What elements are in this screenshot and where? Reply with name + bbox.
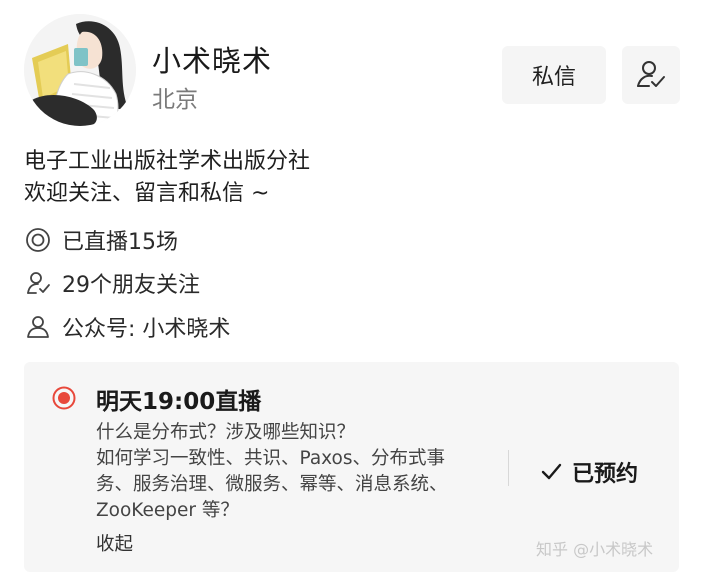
live-circle-icon [24, 226, 52, 254]
live-description-line: 如何学习一致性、共识、Paxos、分布式事 [96, 448, 445, 469]
person-icon [24, 313, 52, 341]
live-description: 什么是分布式？涉及哪些知识？ 如何学习一致性、共识、Paxos、分布式事 务、服… [96, 420, 496, 524]
avatar[interactable] [24, 14, 136, 126]
checkmark-icon [540, 461, 562, 483]
bio-line: 欢迎关注、留言和私信 ~ [24, 181, 270, 206]
reserved-button[interactable]: 已预约 [540, 456, 638, 488]
bio-line: 电子工业出版社学术出版分社 [24, 149, 311, 174]
friends-icon [24, 269, 52, 297]
live-description-line: 什么是分布式？涉及哪些知识？ [96, 422, 356, 443]
stat-text: 29个朋友关注 [62, 273, 200, 298]
reserved-label: 已预约 [572, 462, 639, 487]
stat-friends-following[interactable]: 29个朋友关注 [24, 267, 200, 299]
live-title: 明天19:00直播 [96, 389, 262, 415]
message-button-label: 私信 [531, 65, 576, 90]
stat-official-account[interactable]: 公众号: 小术晓术 [24, 311, 230, 343]
girl-reading-book-avatar [24, 14, 136, 126]
divider [508, 450, 509, 486]
message-button[interactable]: 私信 [502, 46, 606, 104]
profile-location: 北京 [152, 87, 198, 113]
user-check-icon [637, 61, 665, 87]
live-description-line: ZooKeeper 等？ [96, 500, 239, 521]
profile-name: 小术晓术 [152, 44, 273, 78]
collapse-link[interactable]: 收起 [96, 530, 133, 556]
watermark: 知乎 @小术晓术 [536, 540, 654, 559]
live-description-line: 务、服务治理、微服务、幂等、消息系统、 [96, 474, 448, 495]
stat-text: 公众号: 小术晓术 [62, 317, 231, 342]
live-record-icon [52, 386, 76, 410]
bio: 电子工业出版社学术出版分社 欢迎关注、留言和私信 ~ [24, 146, 310, 210]
stat-text: 已直播15场 [62, 230, 178, 255]
stat-live-count: 已直播15场 [24, 224, 178, 256]
follow-button[interactable] [622, 46, 680, 104]
